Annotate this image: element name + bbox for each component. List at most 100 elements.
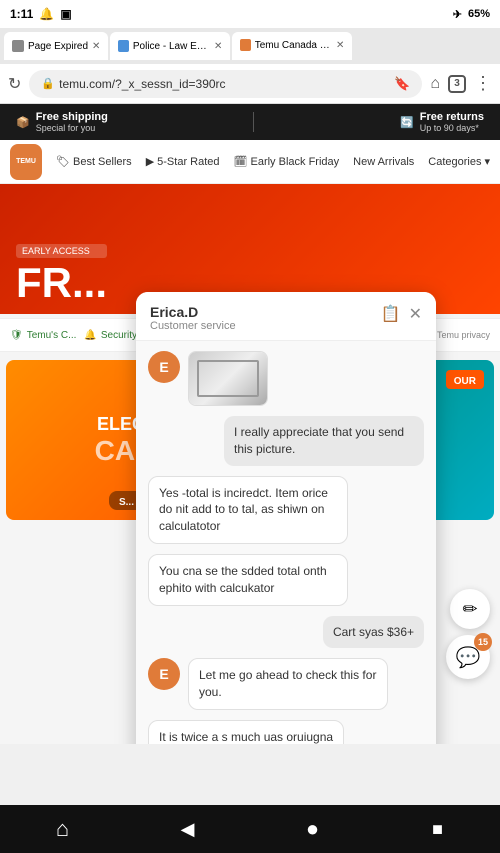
bottom-square-btn[interactable]: ■ xyxy=(413,809,463,849)
tab-page-expired[interactable]: Page Expired ✕ xyxy=(4,32,108,60)
status-time: 1:11 xyxy=(10,7,33,21)
promo-elec-btn-label: S... xyxy=(119,497,134,508)
screenshot-thumb xyxy=(189,352,267,405)
back-nav-icon: ◀ xyxy=(181,819,195,840)
temu-logo[interactable]: TEMU xyxy=(10,144,42,180)
tab-label-expired: Page Expired xyxy=(28,41,88,52)
tab-police[interactable]: Police - Law Enfor... ✕ xyxy=(110,32,230,60)
chat-message-agent-2: Yes -total is inciredct. Item orice do n… xyxy=(148,476,424,544)
bottom-home-btn[interactable]: ⌂ xyxy=(38,809,88,849)
agent-bubble-3: You cna se the sdded total onth ephito w… xyxy=(148,554,348,606)
chat-agent-name: Erica.D xyxy=(150,304,236,320)
our-label: OUR xyxy=(446,370,484,389)
trust-label-1: Temu's C... xyxy=(27,330,77,341)
chevron-down-icon: ▾ xyxy=(484,155,490,168)
nav-new-arrivals[interactable]: New Arrivals xyxy=(353,156,414,168)
chat-header: Erica.D Customer service 📋 ✕ xyxy=(136,292,436,341)
nav-early-black-friday[interactable]: 🗓 Early Black Friday xyxy=(234,155,340,168)
returns-icon: 🔄 xyxy=(400,116,414,129)
bottom-back-btn[interactable]: ◀ xyxy=(163,809,213,849)
chat-message-image: E xyxy=(148,351,424,406)
nav-5star[interactable]: ▶ 5-Star Rated xyxy=(146,155,220,168)
tab-label-police: Police - Law Enfor... xyxy=(133,41,210,52)
agent-bubble-6: It is twice a s much uas oruiugna xyxy=(148,720,344,744)
chat-message-user-4: Cart syas $36+ xyxy=(148,616,424,649)
status-battery: 65% xyxy=(468,8,490,20)
home-nav-icon: ⌂ xyxy=(56,816,69,842)
status-icon-alarm: 🔔 xyxy=(39,7,54,21)
nav-categories[interactable]: Categories ▾ xyxy=(428,155,490,168)
image-bubble xyxy=(188,351,268,406)
nav-best-sellers[interactable]: 🏷 Best Sellers xyxy=(56,155,132,168)
chat-message-agent-5: E Let me go ahead to check this for you. xyxy=(148,658,424,710)
status-icon-wifi: ▣ xyxy=(60,7,71,21)
bell-icon: 🔔 xyxy=(84,330,96,341)
browser-tabs: Page Expired ✕ Police - Law Enfor... ✕ T… xyxy=(0,28,500,64)
agent-avatar: E xyxy=(148,351,180,383)
agent-text-5: Let me go ahead to check this for you. xyxy=(199,668,376,699)
reload-icon[interactable]: ↻ xyxy=(8,74,21,94)
chat-note-icon[interactable]: 📋 xyxy=(381,304,401,324)
nav-label-categories: Categories xyxy=(428,156,481,168)
chat-overlay: Erica.D Customer service 📋 ✕ E I really … xyxy=(136,292,436,744)
agent-bubble-2: Yes -total is inciredct. Item orice do n… xyxy=(148,476,348,544)
status-bar: 1:11 🔔 ▣ ✈ 65% xyxy=(0,0,500,28)
bookmark-icon[interactable]: 🔖 xyxy=(394,76,410,92)
ebf-icon: 🗓 xyxy=(234,155,248,168)
chat-body[interactable]: E I really appreciate that you send this… xyxy=(136,341,436,744)
edit-icon: ✏ xyxy=(462,599,477,620)
temu-logo-text: TEMU xyxy=(16,158,36,165)
agent-text-3: You cna se the sdded total onth ephito w… xyxy=(159,564,327,595)
menu-icon[interactable]: ⋮ xyxy=(474,73,492,94)
user-bubble-4: Cart syas $36+ xyxy=(323,616,424,649)
chat-notification-badge: 15 xyxy=(474,633,492,651)
circle-nav-icon: ● xyxy=(306,816,319,842)
agent-avatar-5: E xyxy=(148,658,180,690)
square-nav-icon: ■ xyxy=(432,819,443,840)
chat-close-icon[interactable]: ✕ xyxy=(409,304,422,324)
early-access-label: EARLY ACCESS xyxy=(16,244,107,258)
home-icon[interactable]: ⌂ xyxy=(430,75,440,93)
float-edit-button[interactable]: ✏ xyxy=(450,589,490,629)
status-airplane-icon: ✈ xyxy=(453,8,462,21)
5star-icon: ▶ xyxy=(146,155,154,168)
free-shipping-label: Free shipping xyxy=(36,111,108,123)
user-text-4: Cart syas $36+ xyxy=(333,625,414,639)
tab-temu[interactable]: Temu Canada | Ex... ✕ xyxy=(232,32,352,60)
lock-icon: 🔒 xyxy=(41,77,55,90)
bottom-circle-btn[interactable]: ● xyxy=(288,809,338,849)
promo-bar: 📦 Free shipping Special for you 🔄 Free r… xyxy=(0,104,500,140)
chat-message-user-1: I really appreciate that you send this p… xyxy=(148,416,424,466)
address-bar: ↻ 🔒 temu.com/?_x_sessn_id=390rc 🔖 ⌂ 3 ⋮ xyxy=(0,64,500,104)
free-returns-sub: Up to 90 days* xyxy=(420,123,484,133)
temu-nav: TEMU 🏷 Best Sellers ▶ 5-Star Rated 🗓 Ear… xyxy=(0,140,500,184)
banner-big-text: FR... xyxy=(16,262,107,304)
free-returns-label: Free returns xyxy=(420,111,484,123)
url-input[interactable]: 🔒 temu.com/?_x_sessn_id=390rc 🔖 xyxy=(29,70,422,98)
bottom-nav: ⌂ ◀ ● ■ xyxy=(0,805,500,853)
tab-count-badge[interactable]: 3 xyxy=(448,75,466,93)
tab-close-expired[interactable]: ✕ xyxy=(92,41,100,52)
float-chat-button[interactable]: 💬 15 xyxy=(446,635,490,679)
agent-bubble-5: Let me go ahead to check this for you. xyxy=(188,658,388,710)
free-shipping-sub: Special for you xyxy=(36,123,108,133)
url-text: temu.com/?_x_sessn_id=390rc xyxy=(59,77,225,91)
agent-text-2: Yes -total is inciredct. Item orice do n… xyxy=(159,486,328,534)
user-bubble-1: I really appreciate that you send this p… xyxy=(224,416,424,466)
chat-agent-role: Customer service xyxy=(150,320,236,332)
trust-item-1: 🛡 Temu's C... xyxy=(10,330,76,341)
nav-label-5star: 5-Star Rated xyxy=(157,156,219,168)
nav-label-ebf: Early Black Friday xyxy=(251,156,340,168)
tab-close-temu[interactable]: ✕ xyxy=(336,40,344,51)
our-text: OUR xyxy=(454,376,476,387)
tab-close-police[interactable]: ✕ xyxy=(214,41,222,52)
chat-message-agent-3: You cna se the sdded total onth ephito w… xyxy=(148,554,424,606)
nav-label-best-sellers: Best Sellers xyxy=(73,156,132,168)
page-content: EARLY ACCESS FR... 🛡 Temu's C... 🔔 Secur… xyxy=(0,184,500,744)
nav-label-new: New Arrivals xyxy=(353,156,414,168)
shipping-icon: 📦 xyxy=(16,116,30,129)
best-sellers-icon: 🏷 xyxy=(56,155,70,168)
shield-icon: 🛡 xyxy=(10,330,23,341)
tab-label-temu: Temu Canada | Ex... xyxy=(255,40,332,51)
chat-message-agent-6: It is twice a s much uas oruiugna xyxy=(148,720,424,744)
